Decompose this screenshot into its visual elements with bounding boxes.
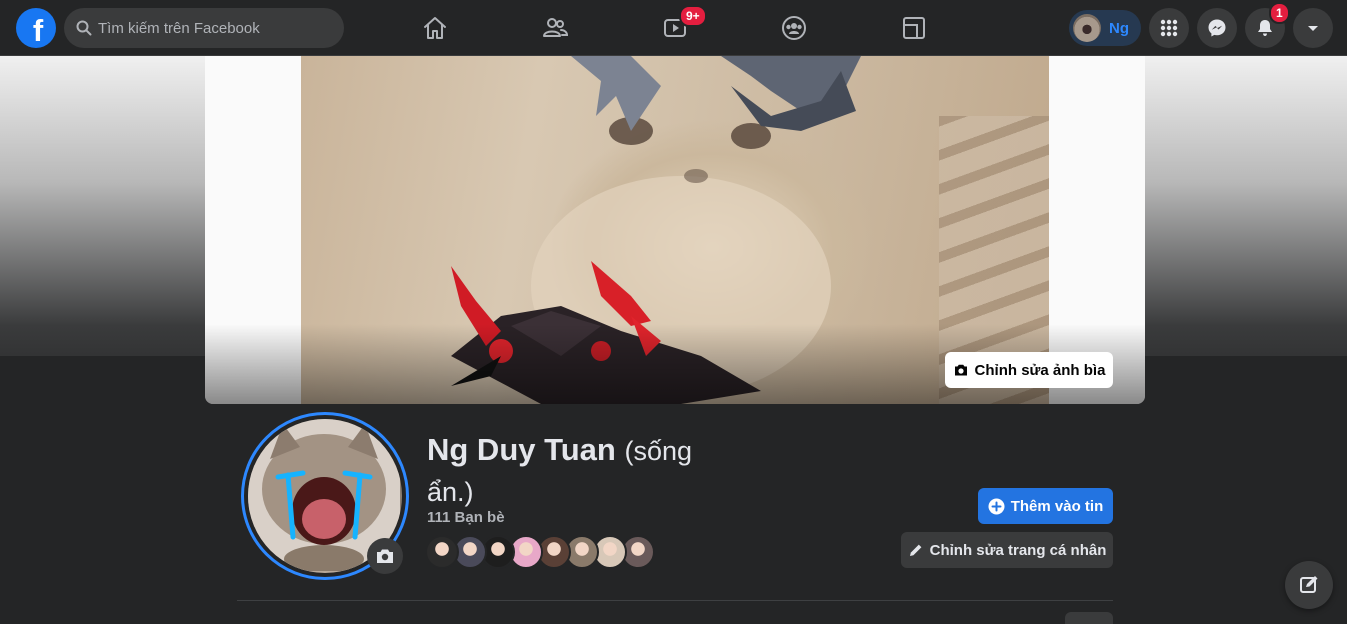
plus-circle-icon: [988, 498, 1005, 514]
gaming-icon: [903, 17, 925, 39]
new-message-button[interactable]: [1285, 561, 1333, 609]
home-icon: [424, 17, 446, 39]
facebook-logo[interactable]: f: [16, 8, 56, 48]
pencil-icon: [909, 544, 922, 556]
watch-badge: 9+: [679, 5, 707, 27]
friend-avatar[interactable]: [425, 535, 459, 569]
messenger-icon: [1208, 19, 1226, 37]
profile-name: Ng Duy Tuan (sống ẩn.): [427, 430, 717, 512]
compose-icon: [1300, 576, 1318, 593]
friend-avatars: [425, 535, 655, 569]
add-to-story-button[interactable]: Thêm vào tin: [978, 488, 1113, 524]
profile-display-name: Ng Duy Tuan: [427, 432, 616, 467]
tab-friends[interactable]: [499, 0, 611, 56]
top-navigation-bar: f 9+: [0, 0, 1347, 56]
messenger-button[interactable]: [1197, 8, 1237, 48]
add-to-story-label: Thêm vào tin: [1010, 497, 1104, 515]
notifications-badge: 1: [1269, 2, 1290, 24]
profile-shortcut[interactable]: Ng: [1069, 10, 1141, 46]
account-menu-button[interactable]: [1293, 8, 1333, 48]
profile-shortcut-name: Ng: [1109, 19, 1129, 37]
search-box[interactable]: [64, 8, 344, 48]
more-options-button[interactable]: [1065, 612, 1113, 624]
edit-cover-photo-label: Chỉnh sửa ảnh bìa: [974, 361, 1106, 379]
tab-home[interactable]: [379, 0, 491, 56]
friends-icon: [543, 18, 568, 37]
camera-icon: [954, 364, 967, 376]
tab-groups[interactable]: [738, 0, 850, 56]
tab-gaming[interactable]: [858, 0, 970, 56]
tab-watch[interactable]: 9+: [619, 0, 731, 56]
friends-count[interactable]: 111 Bạn bè: [427, 509, 505, 526]
search-input[interactable]: [98, 19, 318, 37]
menu-button[interactable]: [1149, 8, 1189, 48]
caret-down-icon: [1308, 26, 1318, 31]
camera-icon: [377, 549, 393, 563]
update-profile-picture-button[interactable]: [367, 538, 403, 574]
grid-menu-icon: [1160, 19, 1178, 37]
avatar: [1073, 14, 1101, 42]
notifications-button[interactable]: 1: [1245, 2, 1290, 48]
groups-icon: [782, 16, 806, 40]
edit-profile-label: Chỉnh sửa trang cá nhân: [929, 541, 1107, 559]
edit-cover-photo-button[interactable]: Chỉnh sửa ảnh bìa: [945, 352, 1113, 388]
facebook-logo-letter: f: [32, 13, 44, 48]
search-icon: [76, 20, 92, 36]
edit-profile-button[interactable]: Chỉnh sửa trang cá nhân: [901, 532, 1113, 568]
header-divider: [237, 600, 1113, 601]
